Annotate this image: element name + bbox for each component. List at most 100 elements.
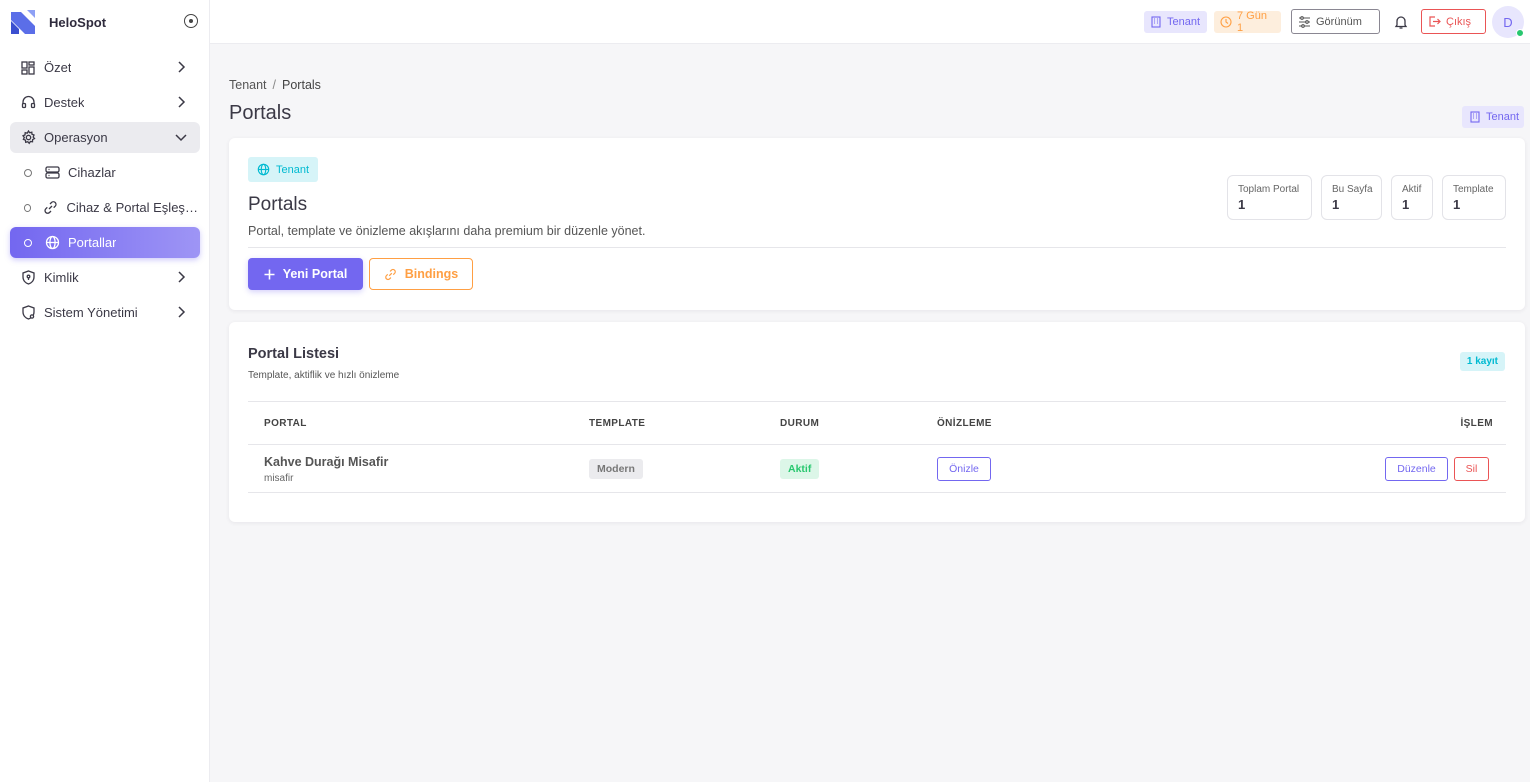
topbar: Tenant 7 Gün 1 Görünüm Çıkış D bbox=[210, 0, 1530, 44]
portal-slug: misafir bbox=[264, 473, 294, 484]
stat-value: 1 bbox=[1402, 197, 1410, 212]
dashboard-icon bbox=[20, 60, 36, 76]
chevron-right-icon bbox=[178, 271, 186, 283]
tenant-tag: Tenant bbox=[248, 157, 318, 182]
shield-icon bbox=[20, 270, 36, 286]
clock-icon bbox=[1220, 16, 1232, 28]
plus-icon bbox=[264, 269, 275, 280]
portals-hero-card: Tenant Portals Portal, template ve önizl… bbox=[229, 138, 1525, 310]
sidebar-pin-icon[interactable] bbox=[184, 14, 198, 28]
record-count-badge: 1 kayıt bbox=[1459, 352, 1505, 371]
page-title: Portals bbox=[229, 102, 292, 124]
bindings-label: Bindings bbox=[404, 267, 459, 281]
status-badge: Aktif bbox=[780, 459, 820, 479]
bullet-icon bbox=[24, 238, 32, 247]
template-badge: Modern bbox=[589, 459, 643, 479]
sidebar-item-sistem[interactable]: Sistem Yönetimi bbox=[10, 297, 200, 328]
app-name: HeloSpot bbox=[49, 14, 107, 30]
preview-button[interactable]: Önizle bbox=[937, 457, 991, 481]
column-header-preview[interactable]: ÖNİZLEME bbox=[937, 418, 992, 429]
logout-button[interactable]: Çıkış bbox=[1421, 9, 1486, 34]
tenant-chip-label: Tenant bbox=[1167, 16, 1201, 28]
stat-value: 1 bbox=[1453, 197, 1461, 212]
notifications-button[interactable] bbox=[1393, 14, 1409, 30]
chevron-right-icon bbox=[178, 96, 186, 108]
sidebar-item-label: Cihaz & Portal Eşleştirme bbox=[66, 200, 200, 215]
hero-subtitle: Portal, template ve önizleme akışlarını … bbox=[248, 224, 646, 238]
stat-value: 1 bbox=[1238, 197, 1246, 212]
view-button[interactable]: Görünüm bbox=[1291, 9, 1380, 34]
list-subtitle: Template, aktiflik ve hızlı önizleme bbox=[248, 370, 400, 381]
logout-label: Çıkış bbox=[1446, 15, 1472, 28]
column-header-action: İŞLEM bbox=[1460, 418, 1493, 429]
table-row: Kahve Durağı Misafir misafir Modern Akti… bbox=[248, 445, 1506, 493]
link-icon bbox=[43, 200, 58, 216]
helospot-logo bbox=[11, 10, 35, 34]
sidebar-item-operasyon[interactable]: Operasyon bbox=[10, 122, 200, 153]
column-header-portal[interactable]: PORTAL bbox=[264, 418, 307, 429]
stat-label: Bu Sayfa bbox=[1332, 184, 1373, 195]
bullet-icon bbox=[24, 203, 32, 212]
breadcrumb-current: Portals bbox=[282, 78, 321, 92]
tenant-chip[interactable]: Tenant bbox=[1144, 11, 1207, 33]
column-header-template[interactable]: TEMPLATE bbox=[589, 418, 645, 429]
tenant-tag-label: Tenant bbox=[276, 163, 310, 176]
stat-template: Template 1 bbox=[1442, 175, 1506, 220]
avatar-initial: D bbox=[1503, 14, 1513, 30]
sidebar-item-cihaz-portal[interactable]: Cihaz & Portal Eşleştirme bbox=[10, 192, 200, 223]
stat-this-page: Bu Sayfa 1 bbox=[1321, 175, 1382, 220]
sidebar-item-ozet[interactable]: Özet bbox=[10, 52, 200, 83]
brand[interactable]: HeloSpot bbox=[10, 8, 200, 36]
trial-days-chip[interactable]: 7 Gün 1 bbox=[1214, 10, 1281, 34]
online-status-dot bbox=[1516, 29, 1524, 37]
breadcrumb: Tenant / Portals bbox=[229, 78, 321, 92]
sidebar: HeloSpot Özet Destek Operasyon Cihazlar … bbox=[0, 0, 210, 782]
headset-icon bbox=[20, 95, 36, 111]
delete-button[interactable]: Sil bbox=[1454, 457, 1489, 481]
sidebar-item-cihazlar[interactable]: Cihazlar bbox=[10, 157, 200, 188]
stat-total-portal: Toplam Portal 1 bbox=[1227, 175, 1312, 220]
bell-icon bbox=[1394, 16, 1408, 29]
settings-icon bbox=[20, 130, 36, 146]
column-header-status[interactable]: DURUM bbox=[780, 418, 819, 429]
edit-button[interactable]: Düzenle bbox=[1385, 457, 1448, 481]
portal-name: Kahve Durağı Misafir bbox=[264, 455, 389, 469]
breadcrumb-root[interactable]: Tenant bbox=[229, 78, 267, 92]
link-icon bbox=[384, 268, 397, 281]
view-button-label: Görünüm bbox=[1316, 15, 1362, 28]
building-icon bbox=[1469, 111, 1481, 123]
bindings-button[interactable]: Bindings bbox=[369, 258, 473, 290]
sidebar-item-portallar[interactable]: Portallar bbox=[10, 227, 200, 258]
stat-active: Aktif 1 bbox=[1391, 175, 1433, 220]
scope-badge-label: Tenant bbox=[1486, 111, 1520, 123]
stat-value: 1 bbox=[1332, 197, 1340, 212]
bullet-icon bbox=[24, 168, 32, 177]
stat-label: Aktif bbox=[1402, 184, 1422, 195]
hero-title: Portals bbox=[248, 194, 308, 215]
sidebar-nav: Özet Destek Operasyon Cihazlar Cihaz & P… bbox=[10, 52, 200, 332]
breadcrumb-separator: / bbox=[272, 78, 277, 92]
sidebar-item-label: Özet bbox=[44, 60, 72, 75]
globe-icon bbox=[44, 235, 60, 251]
scope-badge: Tenant bbox=[1462, 106, 1524, 128]
sidebar-item-label: Sistem Yönetimi bbox=[44, 305, 138, 320]
chevron-down-icon bbox=[175, 134, 187, 142]
sidebar-item-label: Operasyon bbox=[44, 130, 108, 145]
list-title: Portal Listesi bbox=[248, 346, 340, 362]
chevron-right-icon bbox=[178, 306, 186, 318]
new-portal-label: Yeni Portal bbox=[282, 267, 348, 281]
avatar[interactable]: D bbox=[1492, 6, 1524, 38]
logout-icon bbox=[1428, 15, 1441, 28]
trial-days-label: 7 Gün 1 bbox=[1237, 10, 1267, 34]
sidebar-item-kimlik[interactable]: Kimlik bbox=[10, 262, 200, 293]
stat-label: Template bbox=[1453, 184, 1494, 195]
new-portal-button[interactable]: Yeni Portal bbox=[248, 258, 363, 290]
table-header: PORTAL TEMPLATE DURUM ÖNİZLEME İŞLEM bbox=[248, 401, 1506, 445]
chevron-right-icon bbox=[178, 61, 186, 73]
sidebar-item-destek[interactable]: Destek bbox=[10, 87, 200, 118]
hero-divider bbox=[248, 247, 1506, 248]
sidebar-item-label: Kimlik bbox=[44, 270, 79, 285]
building-icon bbox=[1150, 16, 1162, 28]
globe-icon bbox=[257, 163, 270, 176]
server-icon bbox=[44, 165, 60, 181]
